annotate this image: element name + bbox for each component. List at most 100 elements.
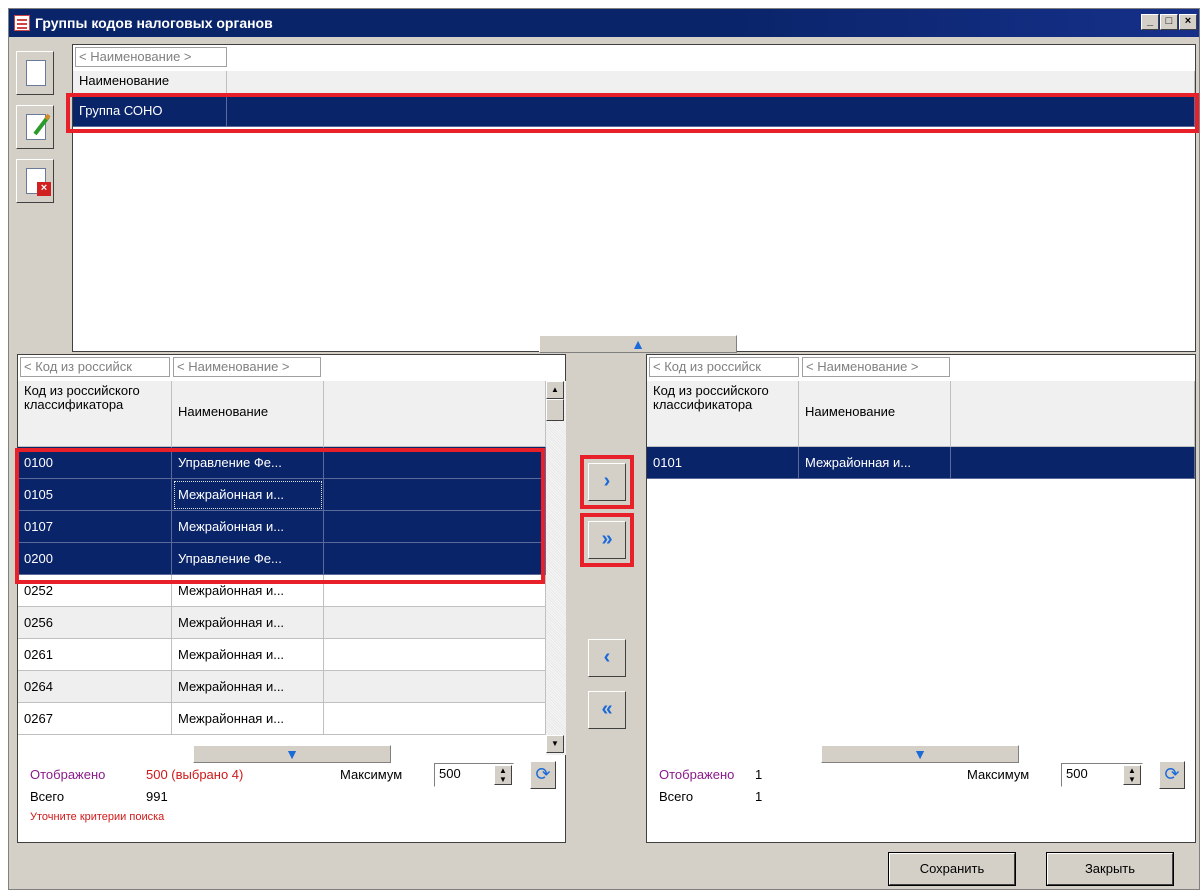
window-title: Группы кодов налоговых органов xyxy=(35,15,273,31)
available-max-label: Максимум xyxy=(340,767,403,782)
table-row[interactable]: 0267 Межрайонная и... xyxy=(18,703,546,735)
close-window-button[interactable]: × xyxy=(1179,14,1197,30)
table-row[interactable]: 0252 Межрайонная и... xyxy=(18,575,546,607)
window-app-icon xyxy=(14,15,30,31)
available-shown-value: 500 (выбрано 4) xyxy=(146,767,244,782)
available-max-stepper[interactable]: ▲ ▼ xyxy=(494,765,512,785)
selected-codes-grid: Код из российского классификатора Наимен… xyxy=(647,381,1195,755)
name-cell[interactable]: Межрайонная и... xyxy=(172,511,324,543)
name-cell[interactable]: Межрайонная и... xyxy=(172,703,324,735)
table-row[interactable]: 0200 Управление Фе... xyxy=(18,543,546,575)
groups-panel: < Наименование > Наименование Группа СОН… xyxy=(72,44,1196,353)
code-cell[interactable]: 0252 xyxy=(18,575,172,607)
scroll-down-icon[interactable]: ▼ xyxy=(546,735,564,753)
selected-code-header[interactable]: Код из российского классификатора xyxy=(647,381,799,447)
code-cell[interactable]: 0105 xyxy=(18,479,172,511)
edit-group-button[interactable] xyxy=(16,105,54,149)
code-cell[interactable]: 0261 xyxy=(18,639,172,671)
add-selected-button[interactable]: › xyxy=(588,463,626,501)
code-cell[interactable]: 0264 xyxy=(18,671,172,703)
new-group-button[interactable] xyxy=(16,51,54,95)
groups-name-filter[interactable]: < Наименование > xyxy=(75,47,227,67)
available-code-header[interactable]: Код из российского классификатора xyxy=(18,381,172,447)
available-max-value: 500 xyxy=(439,766,461,781)
pencil-icon xyxy=(33,113,51,136)
selected-total-label: Всего xyxy=(659,789,694,804)
name-cell[interactable]: Межрайонная и... xyxy=(172,607,324,639)
code-cell[interactable]: 0101 xyxy=(647,447,799,479)
save-button[interactable]: Сохранить xyxy=(888,852,1016,886)
table-row[interactable]: 0105 Межрайонная и... xyxy=(18,479,546,511)
selected-header-filler xyxy=(951,381,1195,447)
selected-code-filter[interactable]: < Код из российск xyxy=(649,357,799,377)
group-name-cell[interactable]: Группа СОНО xyxy=(73,95,227,127)
close-button[interactable]: Закрыть xyxy=(1046,852,1174,886)
selected-total-value: 1 xyxy=(755,789,763,804)
available-codes-panel: < Код из российск < Наименование > Код и… xyxy=(17,354,566,843)
table-row[interactable]: 0261 Межрайонная и... xyxy=(18,639,546,671)
selected-max-stepper[interactable]: ▲ ▼ xyxy=(1123,765,1141,785)
scroll-thumb[interactable] xyxy=(546,399,564,421)
name-cell[interactable]: Межрайонная и... xyxy=(799,447,951,479)
available-total-value: 991 xyxy=(146,789,168,804)
selected-max-label: Максимум xyxy=(967,767,1030,782)
table-row[interactable]: 0256 Межрайонная и... xyxy=(18,607,546,639)
groups-header-filler xyxy=(227,71,1195,95)
available-name-header[interactable]: Наименование xyxy=(172,381,324,447)
table-row[interactable]: 0264 Межрайонная и... xyxy=(18,671,546,703)
selected-name-filter[interactable]: < Наименование > xyxy=(802,357,950,377)
groups-grid: Наименование Группа СОНО xyxy=(73,71,1195,351)
groups-column-header[interactable]: Наименование xyxy=(73,71,227,95)
search-criteria-warning: Уточните критерии поиска xyxy=(30,811,165,823)
available-code-filter[interactable]: < Код из российск xyxy=(20,357,170,377)
scroll-up-icon[interactable]: ▲ xyxy=(546,381,564,399)
table-row[interactable]: 0101 Межрайонная и... xyxy=(647,447,1195,479)
row-filler xyxy=(324,639,546,671)
remove-all-button[interactable]: « xyxy=(588,691,626,729)
collapse-up-icon[interactable]: ▲ xyxy=(539,335,737,353)
remove-selected-button[interactable]: ‹ xyxy=(588,639,626,677)
add-all-button[interactable]: » xyxy=(588,521,626,559)
row-filler xyxy=(227,95,1195,127)
selected-shown-value: 1 xyxy=(755,767,763,782)
table-row[interactable]: Группа СОНО xyxy=(73,95,1195,127)
name-cell[interactable]: Межрайонная и... xyxy=(172,575,324,607)
maximize-button[interactable]: □ xyxy=(1160,14,1178,30)
row-filler xyxy=(324,479,546,511)
available-name-filter[interactable]: < Наименование > xyxy=(173,357,321,377)
row-filler xyxy=(324,575,546,607)
selected-name-header[interactable]: Наименование xyxy=(799,381,951,447)
dialog-window: Группы кодов налоговых органов _ □ × × <… xyxy=(8,8,1200,890)
code-cell[interactable]: 0267 xyxy=(18,703,172,735)
row-filler xyxy=(324,543,546,575)
name-cell[interactable]: Управление Фе... xyxy=(172,543,324,575)
code-cell[interactable]: 0200 xyxy=(18,543,172,575)
code-cell[interactable]: 0100 xyxy=(18,447,172,479)
available-scrollbar[interactable]: ▲ ▼ xyxy=(546,381,566,755)
available-refresh-icon[interactable]: ⟳ xyxy=(530,761,556,789)
name-cell[interactable]: Управление Фе... xyxy=(172,447,324,479)
collapse-down-icon[interactable]: ▼ xyxy=(193,745,391,763)
code-cell[interactable]: 0256 xyxy=(18,607,172,639)
table-row[interactable]: 0107 Межрайонная и... xyxy=(18,511,546,543)
available-header-filler xyxy=(324,381,546,447)
code-cell[interactable]: 0107 xyxy=(18,511,172,543)
row-filler xyxy=(324,703,546,735)
row-filler xyxy=(324,671,546,703)
selected-codes-panel: < Код из российск < Наименование > Код и… xyxy=(646,354,1196,843)
row-filler xyxy=(324,447,546,479)
available-total-label: Всего xyxy=(30,789,65,804)
collapse-down-icon[interactable]: ▼ xyxy=(821,745,1019,763)
name-cell[interactable]: Межрайонная и... xyxy=(172,639,324,671)
title-bar: Группы кодов налоговых органов _ □ × xyxy=(9,9,1199,37)
selected-shown-label: Отображено xyxy=(659,767,735,782)
row-filler xyxy=(951,447,1195,479)
new-document-icon xyxy=(26,60,46,86)
table-row[interactable]: 0100 Управление Фе... xyxy=(18,447,546,479)
minimize-button[interactable]: _ xyxy=(1141,14,1159,30)
available-shown-label: Отображено xyxy=(30,767,106,782)
name-cell[interactable]: Межрайонная и... xyxy=(172,671,324,703)
delete-group-button[interactable]: × xyxy=(16,159,54,203)
selected-refresh-icon[interactable]: ⟳ xyxy=(1159,761,1185,789)
name-cell[interactable]: Межрайонная и... xyxy=(172,479,324,511)
